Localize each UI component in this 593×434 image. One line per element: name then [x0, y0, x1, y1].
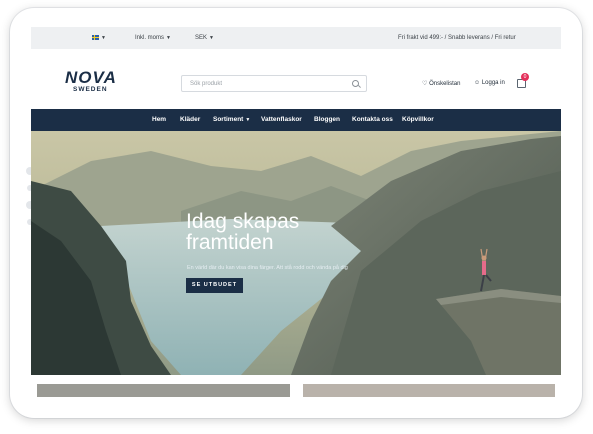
hero-title-line: framtiden	[186, 231, 274, 254]
site-header: NOVA SWEDEN Sök produkt ♡ Önskelistan ☺ …	[31, 49, 561, 109]
logo-subtitle: SWEDEN	[73, 86, 108, 93]
wishlist-link[interactable]: ♡ Önskelistan	[422, 80, 460, 87]
nav-item-vattenflaskor[interactable]: Vattenflaskor	[261, 116, 302, 123]
chevron-down-icon: ▼	[166, 35, 171, 41]
hero-landscape-image	[31, 131, 561, 375]
nav-item-kopvillkor[interactable]: Köpvillkor	[402, 116, 434, 123]
currency-selector[interactable]: SEK ▼	[195, 35, 214, 41]
chevron-down-icon: ▼	[101, 35, 106, 42]
language-selector[interactable]: ▼	[92, 35, 106, 41]
swedish-flag-icon	[92, 35, 99, 40]
nav-item-klader[interactable]: Kläder	[180, 116, 200, 123]
nav-item-kontakta[interactable]: Kontakta oss	[352, 116, 393, 123]
vat-label: Inkl. moms	[135, 35, 165, 41]
see-offer-button[interactable]: SE UTBUDET	[186, 278, 243, 293]
hero-banner: Idag skapas framtiden En värld där du ka…	[31, 131, 561, 375]
login-label: Logga in	[481, 80, 505, 86]
nav-item-hem[interactable]: Hem	[152, 116, 166, 123]
top-utility-bar: ▼ Inkl. moms ▼ SEK ▼ Fri frakt vid 499:- /…	[31, 27, 561, 49]
search-icon[interactable]	[352, 80, 359, 87]
search-input[interactable]: Sök produkt	[181, 75, 367, 92]
site-logo[interactable]: NOVA SWEDEN	[65, 68, 117, 93]
teaser-image[interactable]	[37, 384, 290, 397]
logo-wordmark: NOVA	[65, 68, 117, 87]
shipping-info: Fri frakt vid 499:- / Snabb leverans / F…	[398, 35, 516, 41]
login-link[interactable]: ☺ Logga in	[474, 80, 505, 86]
chevron-down-icon: ▼	[209, 35, 214, 41]
hero-subtitle: En värld där du kan visa dina färger. At…	[187, 265, 348, 271]
main-navigation: Hem Kläder Sortiment ▼ Vattenflaskor Blog…	[31, 109, 561, 131]
nav-item-bloggen[interactable]: Bloggen	[314, 116, 340, 123]
nav-item-sortiment[interactable]: Sortiment ▼	[213, 116, 250, 123]
search-placeholder: Sök produkt	[190, 81, 223, 87]
hero-title: Idag skapas framtiden	[186, 211, 299, 253]
wishlist-label: Önskelistan	[429, 81, 461, 87]
nav-item-label: Sortiment	[213, 116, 244, 123]
user-icon: ☺	[474, 80, 481, 86]
vat-selector[interactable]: Inkl. moms ▼	[135, 35, 171, 41]
chevron-down-icon: ▼	[245, 117, 251, 123]
browser-screen: ▼ Inkl. moms ▼ SEK ▼ Fri frakt vid 499:- /…	[31, 27, 561, 397]
heart-icon: ♡	[422, 81, 428, 87]
hero-title-line: Idag skapas	[186, 210, 300, 233]
cart-count-badge: 0	[521, 73, 529, 81]
teaser-image[interactable]	[303, 384, 555, 397]
currency-label: SEK	[195, 35, 208, 41]
